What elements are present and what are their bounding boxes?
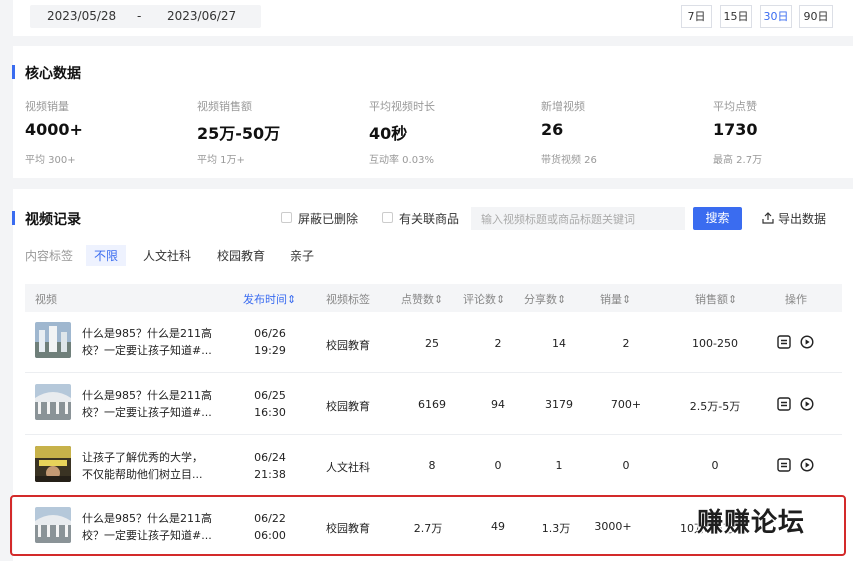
comments: 94: [491, 398, 505, 411]
range-90d-button[interactable]: 90日: [799, 5, 833, 28]
date-start: 2023/05/28: [47, 9, 117, 23]
video-tag: 人文社科: [326, 461, 370, 474]
video-tag: 校园教育: [326, 339, 370, 352]
core-data-title: 核心数据: [25, 66, 81, 82]
publish-time: 06/25 16:30: [254, 389, 286, 419]
section-marker: [12, 211, 15, 225]
metric-value-avg-duration: 40秒: [369, 124, 408, 143]
tag-parenting[interactable]: 亲子: [290, 247, 314, 264]
metric-sub-avg-likes: 最高 2.7万: [713, 155, 763, 166]
sales: 2: [622, 337, 630, 350]
video-records-title: 视频记录: [25, 212, 81, 228]
column-revenue[interactable]: 销售额⇕: [695, 291, 737, 307]
metric-sub-avg-duration: 互动率 0.03%: [369, 155, 434, 166]
date-end: 2023/06/27: [167, 9, 237, 23]
play-icon[interactable]: [800, 335, 814, 349]
metric-label-new-videos: 新增视频: [541, 100, 585, 113]
export-icon: [762, 212, 774, 224]
metric-sub-video-revenue: 平均 1万+: [197, 155, 245, 166]
metric-value-video-revenue: 25万-50万: [197, 124, 281, 143]
row-divider: [25, 434, 842, 435]
has-goods-checkbox[interactable]: [382, 212, 393, 223]
video-title[interactable]: 让孩子了解优秀的大学， 不仅能帮助他们树立目...: [82, 449, 222, 483]
video-title[interactable]: 什么是985？什么是211高 校？一定要让孩子知道#...: [82, 387, 222, 421]
shares: 14: [552, 337, 566, 350]
video-thumbnail[interactable]: [35, 384, 71, 420]
revenue: 100-250: [692, 337, 738, 350]
tag-humanities[interactable]: 人文社科: [143, 247, 191, 264]
video-thumbnail[interactable]: [35, 322, 71, 358]
section-marker: [12, 65, 15, 79]
column-comments[interactable]: 评论数⇕: [463, 291, 505, 307]
export-label: 导出数据: [778, 212, 827, 226]
column-actions: 操作: [785, 293, 807, 306]
sales: 700+: [610, 398, 642, 411]
metric-sub-video-sales: 平均 300+: [25, 155, 76, 166]
date-separator: -: [137, 9, 142, 23]
row-divider: [25, 372, 842, 373]
metric-value-video-sales: 4000+: [25, 120, 83, 139]
column-video-tag: 视频标签: [326, 293, 370, 306]
likes: 8: [428, 459, 436, 472]
likes: 25: [425, 337, 439, 350]
column-likes[interactable]: 点赞数⇕: [401, 291, 443, 307]
metric-label-avg-duration: 平均视频时长: [369, 100, 435, 113]
metric-label-video-sales: 视频销量: [25, 100, 69, 113]
details-icon[interactable]: [777, 458, 791, 472]
content-tag-label: 内容标签: [25, 249, 74, 263]
revenue: 0: [711, 459, 719, 472]
comments: 2: [494, 337, 502, 350]
publish-time: 06/26 19:29: [254, 327, 286, 357]
play-icon[interactable]: [800, 397, 814, 411]
column-video: 视频: [35, 293, 57, 306]
metric-value-new-videos: 26: [541, 120, 564, 139]
shares: 1: [555, 459, 563, 472]
column-publish-time[interactable]: 发布时间⇕: [243, 291, 296, 307]
tag-all[interactable]: 不限: [86, 245, 127, 266]
metric-value-avg-likes: 1730: [713, 120, 758, 139]
range-7d-button[interactable]: 7日: [681, 5, 712, 28]
search-input[interactable]: 输入视频标题或商品标题关键词: [471, 207, 685, 230]
sales: 0: [622, 459, 630, 472]
export-button[interactable]: 导出数据: [762, 210, 826, 227]
column-shares[interactable]: 分享数⇕: [524, 291, 566, 307]
search-button[interactable]: 搜索: [693, 207, 742, 230]
tag-campus-education[interactable]: 校园教育: [217, 247, 265, 264]
column-sales[interactable]: 销量⇕: [600, 291, 631, 307]
hide-deleted-label: 屏蔽已删除: [298, 212, 359, 226]
comments: 0: [494, 459, 502, 472]
forum-watermark: 赚赚论坛: [697, 508, 806, 538]
video-tag: 校园教育: [326, 400, 370, 413]
has-goods-label: 有关联商品: [399, 212, 460, 226]
video-title[interactable]: 什么是985？什么是211高 校？一定要让孩子知道#...: [82, 325, 222, 359]
date-range-picker[interactable]: 2023/05/28 - 2023/06/27: [30, 5, 261, 28]
details-icon[interactable]: [777, 397, 791, 411]
play-icon[interactable]: [800, 458, 814, 472]
publish-time: 06/24 21:38: [254, 451, 286, 481]
hide-deleted-checkbox[interactable]: [281, 212, 292, 223]
details-icon[interactable]: [777, 335, 791, 349]
range-30d-button[interactable]: 30日: [760, 5, 792, 28]
revenue: 2.5万-5万: [689, 400, 741, 413]
metric-label-avg-likes: 平均点赞: [713, 100, 757, 113]
range-15d-button[interactable]: 15日: [720, 5, 752, 28]
metric-sub-new-videos: 带货视频 26: [541, 155, 597, 166]
video-thumbnail[interactable]: [35, 446, 71, 482]
shares: 3179: [545, 398, 573, 411]
likes: 6169: [418, 398, 446, 411]
metric-label-video-revenue: 视频销售额: [197, 100, 252, 113]
